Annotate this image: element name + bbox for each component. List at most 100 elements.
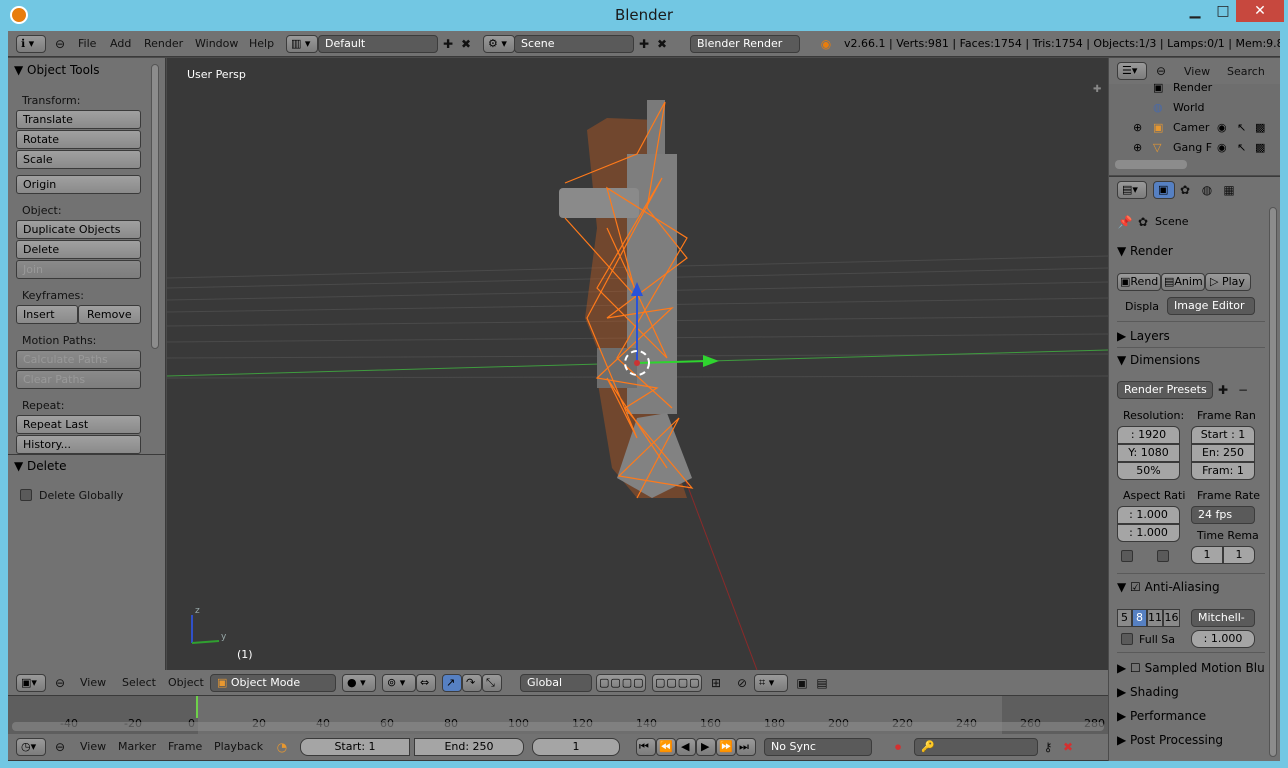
border-checkbox[interactable] [1121, 550, 1133, 562]
sync-mode-select[interactable]: No Sync [764, 738, 872, 756]
frame-start-field[interactable]: Start : 1 [1191, 426, 1255, 444]
visibility-eye-icon[interactable]: ◉ [1217, 121, 1227, 134]
aspect-y-field[interactable]: : 1.000 [1117, 524, 1180, 542]
start-frame-field[interactable]: Start: 1 [300, 738, 410, 756]
collapse-menu-icon[interactable]: ⊖ [52, 36, 68, 52]
render-engine-select[interactable]: Blender Render [690, 35, 800, 53]
viewport-shading-select[interactable]: ● ▾ [342, 674, 376, 692]
3d-viewport[interactable]: User Persp (1) z y ✚ [167, 58, 1108, 670]
menu-view[interactable]: View [80, 676, 106, 689]
add-scene-icon[interactable]: ✚ [636, 36, 652, 52]
texture-tab-icon[interactable]: ▦ [1221, 182, 1237, 198]
menu-add[interactable]: Add [110, 37, 131, 50]
selectable-cursor-icon[interactable]: ↖ [1237, 141, 1246, 154]
repeat-last-button[interactable]: Repeat Last [16, 415, 141, 434]
aa-samples-5[interactable]: 5 [1117, 609, 1132, 627]
expand-icon[interactable]: ⊕ [1133, 121, 1142, 134]
insert-keyframe-button[interactable]: Insert [16, 305, 78, 324]
record-icon[interactable]: ⏺ [890, 739, 906, 755]
current-frame-field[interactable]: 1 [532, 738, 620, 756]
remove-preset-icon[interactable]: − [1235, 382, 1251, 398]
full-sample-checkbox[interactable] [1121, 633, 1133, 645]
properties-editor-type-icon[interactable]: ▤▾ [1117, 181, 1147, 199]
outliner-search-menu[interactable]: Search [1227, 65, 1265, 78]
viewport-add-region-icon[interactable]: ✚ [1093, 84, 1101, 95]
toolshelf-scrollbar[interactable] [151, 64, 159, 349]
transform-orientation-select[interactable]: Global [520, 674, 592, 692]
pivot-point-select[interactable]: ⊚ ▾ [382, 674, 416, 692]
menu-object[interactable]: Object [168, 676, 204, 689]
layer-buttons-2[interactable]: ▢▢▢▢▢ [652, 674, 702, 692]
timeline-editor-type-icon[interactable]: ◷▾ [16, 738, 46, 756]
origin-button[interactable]: Origin [16, 175, 141, 194]
manipulator-toggle-icon[interactable]: ⇔ [416, 674, 436, 692]
world-tab-icon[interactable]: ◍ [1199, 182, 1215, 198]
frame-step-field[interactable]: Fram: 1 [1191, 462, 1255, 480]
resolution-x-field[interactable]: : 1920 [1117, 426, 1180, 444]
object-tools-title[interactable]: ▼ Object Tools [14, 63, 100, 77]
menu-file[interactable]: File [78, 37, 96, 50]
aa-size-field[interactable]: : 1.000 [1191, 630, 1255, 648]
object-mode-select[interactable]: ▣ Object Mode [210, 674, 336, 692]
post-processing-panel-header[interactable]: ▶ Post Processing [1117, 733, 1223, 747]
timeline-scrollbar[interactable] [12, 722, 1104, 731]
rotate-button[interactable]: Rotate [16, 130, 141, 149]
performance-panel-header[interactable]: ▶ Performance [1117, 709, 1206, 723]
outliner-hscrollbar[interactable] [1115, 160, 1187, 169]
translate-manipulator-icon[interactable]: ↗ [442, 674, 462, 692]
history-button[interactable]: History... [16, 435, 141, 454]
keying-set-field[interactable]: 🔑 [914, 738, 1038, 756]
maximize-button[interactable]: □ [1208, 0, 1238, 22]
crop-checkbox[interactable] [1157, 550, 1169, 562]
scene-icon[interactable]: ⚙ ▾ [483, 35, 515, 53]
display-select[interactable]: Image Editor [1167, 297, 1255, 315]
timeline-menu-marker[interactable]: Marker [118, 740, 156, 753]
properties-scrollbar[interactable] [1269, 207, 1277, 757]
render-tab-icon[interactable]: ▣ [1153, 181, 1175, 199]
layer-buttons-1[interactable]: ▢▢▢▢▢ [596, 674, 646, 692]
timeline[interactable]: -40-200204060801001201401601802002202402… [8, 696, 1108, 734]
resolution-percent-field[interactable]: 50% [1117, 462, 1180, 480]
add-layout-icon[interactable]: ✚ [440, 36, 456, 52]
resolution-y-field[interactable]: Y: 1080 [1117, 444, 1180, 462]
add-preset-icon[interactable]: ✚ [1215, 382, 1231, 398]
play-reverse-button[interactable]: ◀ [676, 738, 696, 756]
jump-start-button[interactable]: ⏮ [636, 738, 656, 756]
duplicate-objects-button[interactable]: Duplicate Objects [16, 220, 141, 239]
aa-filter-select[interactable]: Mitchell- [1191, 609, 1255, 627]
menu-select[interactable]: Select [122, 676, 156, 689]
frame-end-field[interactable]: En: 250 [1191, 444, 1255, 462]
pin-icon[interactable]: 📌 [1117, 214, 1133, 230]
y-axis-arrowhead[interactable] [703, 355, 719, 367]
play-animation-button[interactable]: ▷ Play [1205, 273, 1251, 291]
outliner-view-menu[interactable]: View [1184, 65, 1210, 78]
rifle-model[interactable] [559, 100, 694, 499]
timeline-menu-playback[interactable]: Playback [214, 740, 263, 753]
outliner-row-render[interactable]: ▣ Render [1109, 78, 1280, 98]
jump-key-forward-button[interactable]: ⏩ [716, 738, 736, 756]
aa-samples-8[interactable]: 8 [1132, 609, 1147, 627]
visibility-eye-icon[interactable]: ◉ [1217, 141, 1227, 154]
translate-button[interactable]: Translate [16, 110, 141, 129]
outliner-collapse-icon[interactable]: ⊖ [1153, 63, 1169, 79]
render-animation-icon[interactable]: ▤ [814, 675, 830, 691]
editor-type-info-icon[interactable]: ℹ ▾ [16, 35, 46, 53]
time-remap-old-field[interactable]: 1 [1191, 546, 1223, 564]
scene-field[interactable]: Scene [514, 35, 634, 53]
clear-paths-button[interactable]: Clear Paths [16, 370, 141, 389]
header-collapse-icon[interactable]: ⊖ [52, 675, 68, 691]
jump-key-back-button[interactable]: ⏪ [656, 738, 676, 756]
outliner-row-camera[interactable]: ⊕ ▣ Camer ◉ ↖ ▩ [1109, 118, 1280, 138]
render-preview-icon[interactable]: ▣ [794, 675, 810, 691]
expand-icon[interactable]: ⊕ [1133, 141, 1142, 154]
menu-help[interactable]: Help [249, 37, 274, 50]
end-frame-field[interactable]: End: 250 [414, 738, 524, 756]
outliner-row-world[interactable]: ◍ World [1109, 98, 1280, 118]
screen-layout-icon[interactable]: ▥ ▾ [286, 35, 318, 53]
close-button[interactable]: ✕ [1236, 0, 1284, 22]
anti-aliasing-panel-header[interactable]: ▼ ☑ Anti-Aliasing [1117, 580, 1220, 594]
join-button[interactable]: Join [16, 260, 141, 279]
timeline-menu-view[interactable]: View [80, 740, 106, 753]
play-button[interactable]: ▶ [696, 738, 716, 756]
current-frame-line[interactable] [196, 696, 198, 718]
